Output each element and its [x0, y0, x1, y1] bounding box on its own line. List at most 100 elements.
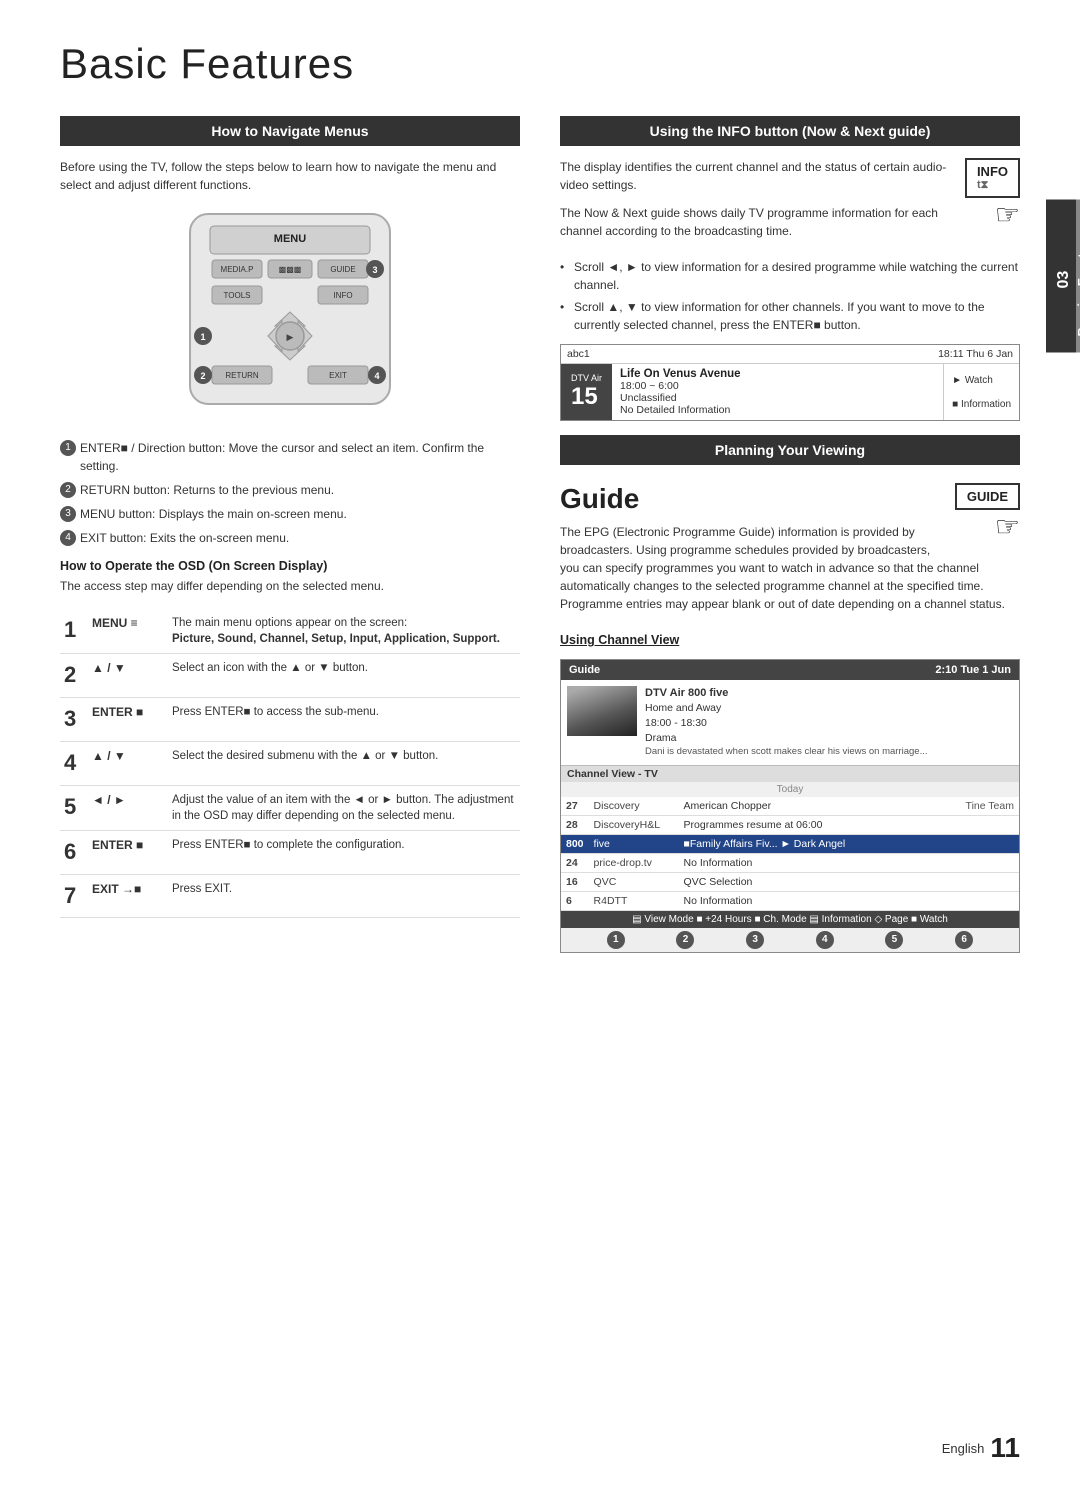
guide-prog-genre: Drama: [645, 731, 928, 746]
step-icon-7: EXIT →■: [88, 874, 168, 918]
info-ch-num: 15: [571, 383, 602, 411]
sidebar-tab: 03 Basic Features: [1046, 200, 1080, 353]
svg-text:2: 2: [200, 371, 205, 381]
info-btn-sublabel: t⧗: [977, 179, 1008, 192]
intro-text: Before using the TV, follow the steps be…: [60, 158, 520, 194]
guide-hand-icon: ☞: [955, 510, 1020, 543]
step-num-1: 1: [60, 609, 88, 654]
step-row-5: 5 ◄ / ► Adjust the value of an item with…: [60, 785, 520, 830]
info-channel-num: DTV Air 15: [561, 364, 612, 420]
guide-footer-num-6: 6: [955, 931, 973, 949]
bullet-num-1: 1: [60, 440, 76, 456]
bullet-2: 2 RETURN button: Returns to the previous…: [60, 481, 520, 499]
bullet-num-4: 4: [60, 530, 76, 546]
info-bullet-1: Scroll ◄, ► to view information for a de…: [560, 258, 1020, 294]
info-prog-name: Life On Venus Avenue: [620, 368, 935, 380]
guide-channel-box-header: Guide 2:10 Tue 1 Jun: [561, 660, 1019, 680]
bullet-1: 1 ENTER■ / Direction button: Move the cu…: [60, 439, 520, 475]
guide-ch-name-3: five: [589, 834, 679, 853]
step-num-2: 2: [60, 654, 88, 698]
guide-footer-bar: ▤ View Mode ■ +24 Hours ■ Ch. Mode ▤ Inf…: [561, 911, 1019, 928]
info-ch-header-left: abc1: [567, 348, 590, 360]
guide-ch-name-5: QVC: [589, 872, 679, 891]
svg-text:4: 4: [374, 371, 379, 381]
svg-text:EXIT: EXIT: [329, 371, 347, 380]
guide-ch-extra-1: Tine Team: [891, 797, 1019, 816]
remote-diagram: MENU MEDIA.P ▩▩▩ GUIDE 3 TOOLS INFO: [160, 204, 420, 429]
bullet-3: 3 MENU button: Displays the main on-scre…: [60, 505, 520, 523]
svg-text:▶: ▶: [287, 332, 294, 342]
planning-header: Planning Your Viewing: [560, 435, 1020, 465]
svg-text:TOOLS: TOOLS: [224, 291, 251, 300]
guide-footer-circles: 1 2 3 4 5 6: [561, 928, 1019, 952]
info-hand-icon: ☞: [965, 198, 1020, 231]
guide-ch-num-4: 24: [561, 853, 589, 872]
guide-channel-view-label: Channel View - TV: [561, 766, 1019, 782]
guide-ch-name-4: price-drop.tv: [589, 853, 679, 872]
guide-ch-row-3: 800 five ■Family Affairs Fiv... ► Dark A…: [561, 834, 1019, 853]
info-prog-category: Unclassified: [620, 392, 935, 404]
remote-svg: MENU MEDIA.P ▩▩▩ GUIDE 3 TOOLS INFO: [160, 204, 420, 424]
numbered-bullets-list: 1 ENTER■ / Direction button: Move the cu…: [60, 439, 520, 547]
step-row-7: 7 EXIT →■ Press EXIT.: [60, 874, 520, 918]
step-icon-6: ENTER ■: [88, 830, 168, 874]
step-desc-2: Select an icon with the ▲ or ▼ button.: [168, 654, 520, 698]
bullet-num-3: 3: [60, 506, 76, 522]
guide-prog-desc: Dani is devastated when scott makes clea…: [645, 745, 928, 758]
step-num-5: 5: [60, 785, 88, 830]
svg-text:3: 3: [372, 265, 377, 275]
page-title: Basic Features: [60, 40, 1020, 88]
step-desc-5: Adjust the value of an item with the ◄ o…: [168, 785, 520, 830]
step-icon-5: ◄ / ►: [88, 785, 168, 830]
step-row-2: 2 ▲ / ▼ Select an icon with the ▲ or ▼ b…: [60, 654, 520, 698]
guide-ch-row-4: 24 price-drop.tv No Information: [561, 853, 1019, 872]
guide-ch-prog-2: Programmes resume at 06:00: [679, 815, 1019, 834]
info-section: INFO t⧗ ☞ The display identifies the cur…: [560, 158, 1020, 250]
guide-ch-name-6: R4DTT: [589, 891, 679, 910]
guide-title: Guide: [560, 483, 1020, 515]
step-row-4: 4 ▲ / ▼ Select the desired submenu with …: [60, 741, 520, 785]
info-bullets: Scroll ◄, ► to view information for a de…: [560, 258, 1020, 334]
step-desc-7: Press EXIT.: [168, 874, 520, 918]
guide-thumb-info: DTV Air 800 five Home and Away 18:00 - 1…: [645, 686, 928, 759]
info-action2: ■ Information: [952, 399, 1011, 410]
svg-text:1: 1: [200, 332, 205, 342]
svg-text:GUIDE: GUIDE: [330, 265, 355, 274]
section1-header: How to Navigate Menus: [60, 116, 520, 146]
info-channel-actions: ► Watch ■ Information: [943, 364, 1019, 420]
right-column: Using the INFO button (Now & Next guide)…: [560, 116, 1020, 953]
main-content: How to Navigate Menus Before using the T…: [60, 116, 1020, 953]
guide-ch-num-1: 27: [561, 797, 589, 816]
guide-footer-num-2: 2: [676, 931, 694, 949]
guide-btn-label: GUIDE: [967, 489, 1008, 504]
step-row-6: 6 ENTER ■ Press ENTER■ to complete the c…: [60, 830, 520, 874]
guide-ch-prog-6: No Information: [679, 891, 1019, 910]
guide-ch-prog-1: American Chopper: [679, 797, 892, 816]
step-icon-1: MENU ≡: [88, 609, 168, 654]
guide-section: GUIDE ☞ Guide The EPG (Electronic Progra…: [560, 483, 1020, 623]
guide-ch-row-1: 27 Discovery American Chopper Tine Team: [561, 797, 1019, 816]
footer-lang: English: [942, 1441, 985, 1456]
step-desc-4: Select the desired submenu with the ▲ or…: [168, 741, 520, 785]
step-num-4: 4: [60, 741, 88, 785]
step-num-7: 7: [60, 874, 88, 918]
guide-footer-num-3: 3: [746, 931, 764, 949]
guide-ch-num-5: 16: [561, 872, 589, 891]
guide-button-block: GUIDE ☞: [955, 483, 1020, 543]
info-prog-time: 18:00 ~ 6:00: [620, 380, 935, 392]
guide-ch-name-1: Discovery: [589, 797, 679, 816]
guide-ch-name-2: DiscoveryH&L: [589, 815, 679, 834]
guide-box-header-right: 2:10 Tue 1 Jun: [935, 664, 1011, 676]
page-footer: English 11: [942, 1432, 1020, 1464]
info-channel-header: abc1 18:11 Thu 6 Jan: [561, 345, 1019, 364]
svg-text:RETURN: RETURN: [225, 371, 259, 380]
guide-ch-prog-5: QVC Selection: [679, 872, 1019, 891]
step-icon-2: ▲ / ▼: [88, 654, 168, 698]
info-text2: The Now & Next guide shows daily TV prog…: [560, 204, 1020, 240]
osd-intro: The access step may differ depending on …: [60, 577, 520, 595]
guide-channel-thumb: DTV Air 800 five Home and Away 18:00 - 1…: [561, 680, 1019, 766]
guide-ch-row-5: 16 QVC QVC Selection: [561, 872, 1019, 891]
guide-ch-num-2: 28: [561, 815, 589, 834]
step-desc-6: Press ENTER■ to complete the configurati…: [168, 830, 520, 874]
guide-ch-row-2: 28 DiscoveryH&L Programmes resume at 06:…: [561, 815, 1019, 834]
